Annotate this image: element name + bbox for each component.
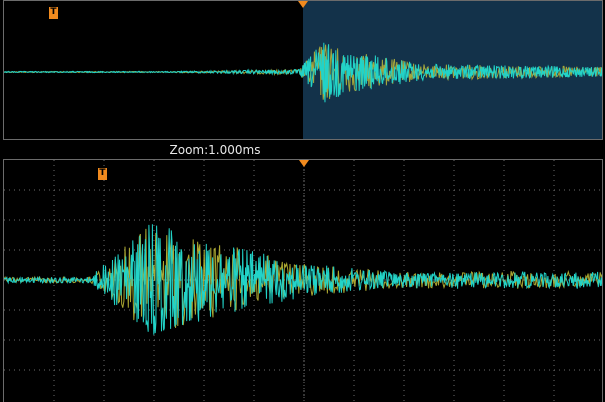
overview-trigger-marker[interactable]: T — [49, 7, 58, 19]
zoomed-plot — [4, 160, 602, 402]
overview-trigger-marker-label: T — [50, 7, 57, 17]
zoom-trigger-marker[interactable]: T — [98, 168, 107, 180]
overview-waveform-panel: T — [3, 0, 603, 140]
overview-plot — [4, 1, 602, 139]
zoom-timebase-label: Zoom:1.000ms — [169, 143, 261, 157]
zoomed-waveform-panel: T — [3, 159, 603, 402]
zoom-horizontal-position-marker — [299, 160, 309, 167]
zoom-trigger-marker-label: T — [99, 168, 106, 178]
